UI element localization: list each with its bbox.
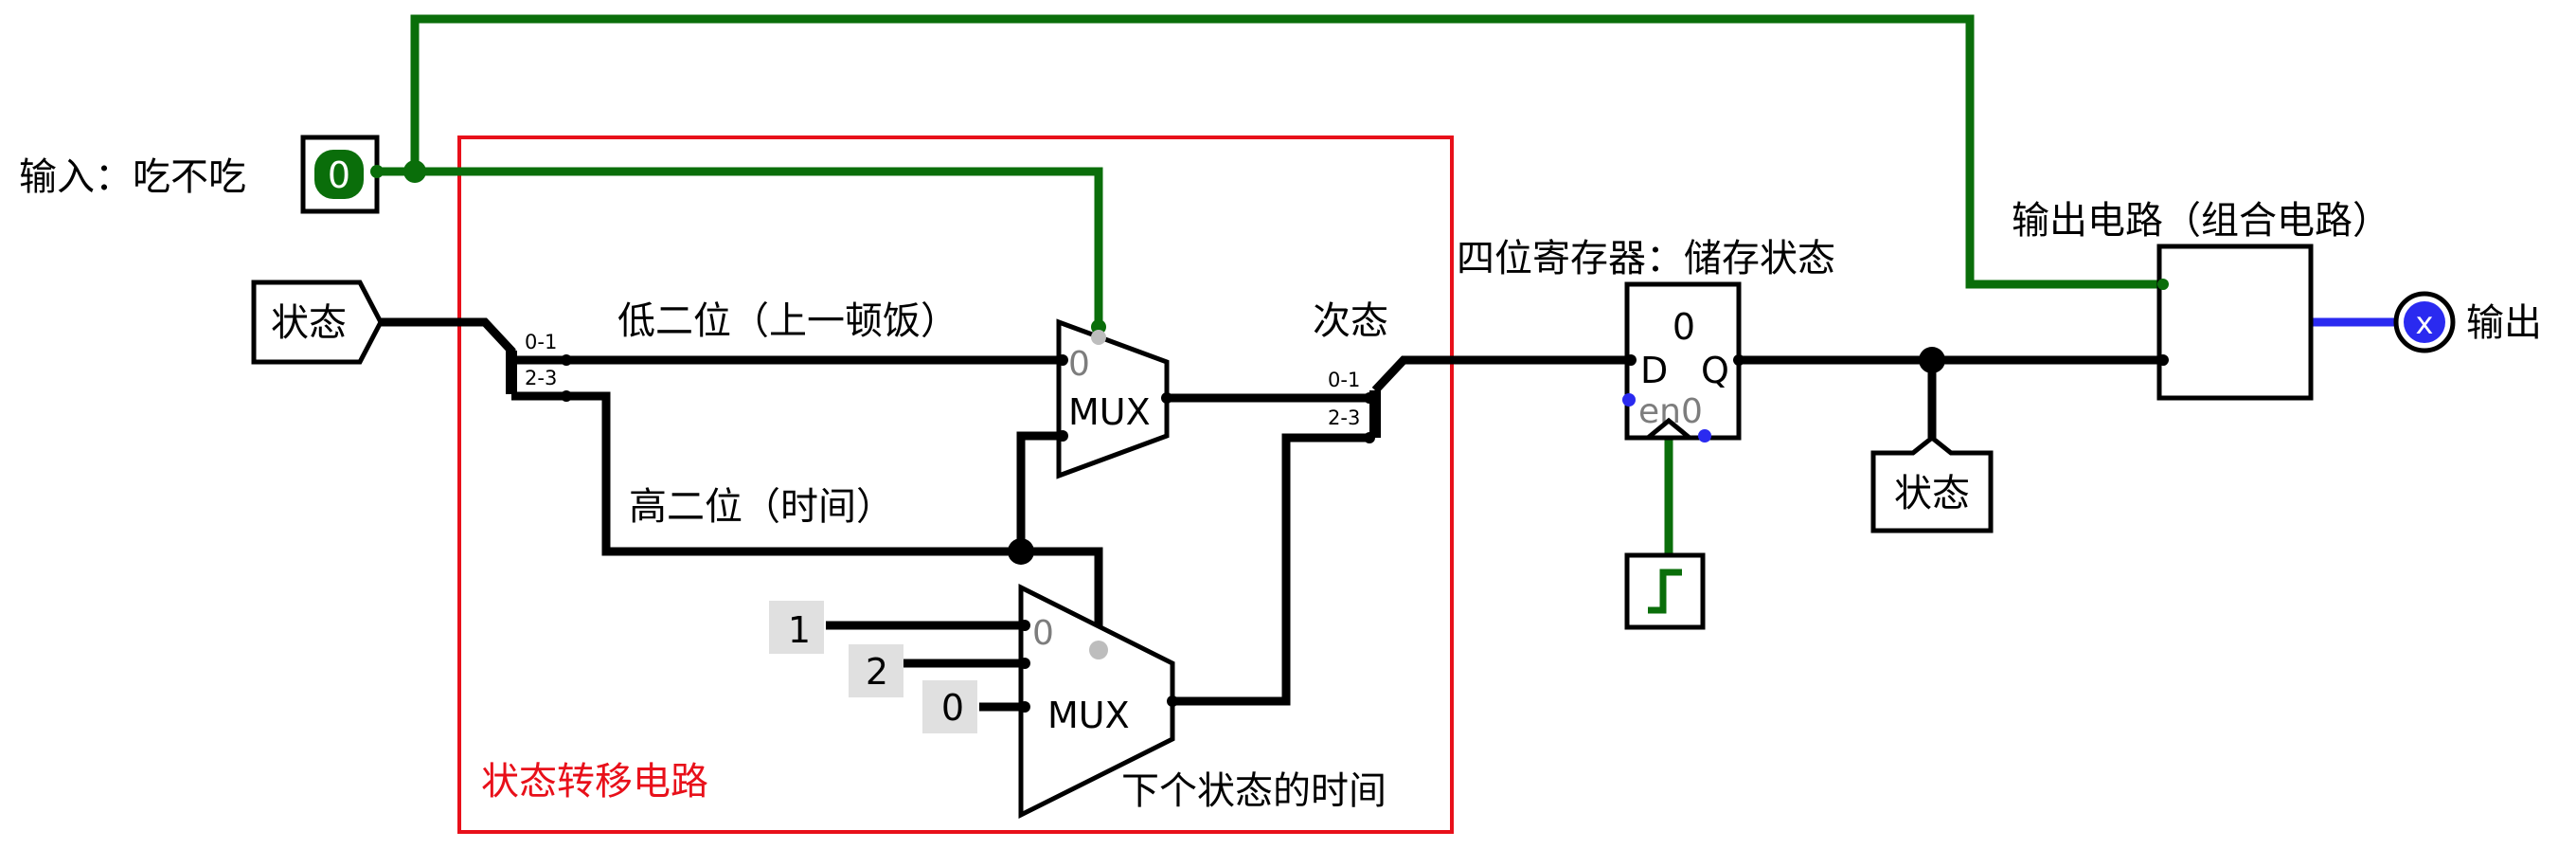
label-high-bits: 高二位（时间） — [629, 485, 894, 529]
register-q: Q — [1701, 350, 1729, 391]
mux2-select-bit: 0 — [1032, 614, 1054, 653]
output-pin-value: x — [2416, 305, 2434, 341]
state-tunnel-out-label: 状态 — [1894, 472, 1970, 515]
mux1-select-bit: 0 — [1068, 345, 1090, 384]
state-tunnel-in-label: 状态 — [271, 301, 347, 345]
transition-frame-label: 状态转移电路 — [481, 760, 708, 804]
splitter-out-high: 2-3 — [1328, 406, 1360, 429]
mux2-out-pin — [1167, 695, 1178, 707]
mux1-sel-indicator — [1091, 330, 1106, 345]
output-label: 输出 — [2466, 301, 2542, 345]
register-d: D — [1640, 350, 1668, 391]
mux1-in-pin — [1057, 354, 1068, 366]
wire-junction-q — [1919, 347, 1945, 373]
wire-mux2-out — [1172, 433, 1371, 706]
const-0: 0 — [941, 687, 964, 729]
input-label: 输入：吃不吃 — [19, 155, 246, 199]
input-pin-value: 0 — [328, 154, 350, 196]
register-en-pin — [1622, 393, 1636, 406]
mux2-label: MUX — [1047, 695, 1130, 736]
label-next-time: 下个状态的时间 — [1121, 769, 1386, 813]
mux1-label: MUX — [1068, 391, 1151, 433]
wire-junction-high — [1008, 538, 1034, 565]
mux1-out-pin — [1161, 392, 1172, 404]
splitter-in-dot-low — [561, 354, 572, 366]
register-clr-pin — [1698, 429, 1711, 443]
register-en: en0 — [1638, 392, 1703, 431]
output-circuit-in-input — [2157, 279, 2169, 290]
output-circuit-in-state — [2157, 354, 2169, 366]
register-d-pin — [1625, 354, 1637, 366]
mux2-in-0 — [1019, 620, 1030, 631]
const-1: 1 — [788, 609, 811, 651]
splitter-in-high: 2-3 — [525, 367, 557, 389]
splitter-in-dot-high — [561, 390, 572, 402]
wire-junction — [403, 160, 426, 183]
splitter-out-dot-low — [1364, 392, 1375, 404]
wire-input-to-output — [410, 14, 2159, 289]
input-pin-out — [370, 165, 384, 178]
splitter-in-low: 0-1 — [525, 331, 557, 353]
splitter-out-dot-high — [1364, 432, 1375, 443]
register-q-pin — [1733, 354, 1744, 366]
circuit-canvas: 状态转移电路 输入：吃不吃 0 状态 0-1 2-3 低二位（上一顿饭） 高二位… — [19, 14, 2542, 834]
mux2-in-2 — [1019, 701, 1030, 713]
wire-state-to-splitter — [381, 317, 516, 394]
const-2: 2 — [866, 651, 888, 693]
label-next-state: 次态 — [1313, 299, 1388, 343]
wire-high-to-mux1-sel — [1016, 431, 1059, 551]
mux2-select-pin — [1089, 641, 1108, 659]
register-title: 四位寄存器：储存状态 — [1457, 237, 1835, 280]
output-circuit-title: 输出电路（组合电路） — [2012, 199, 2390, 243]
mux2-in-1 — [1019, 658, 1030, 669]
register-value: 0 — [1673, 306, 1695, 348]
wire-splitter-out-to-reg — [1371, 355, 1629, 394]
splitter-out-low: 0-1 — [1328, 369, 1360, 391]
label-low-bits: 低二位（上一顿饭） — [617, 299, 958, 343]
output-circuit — [2156, 244, 2314, 401]
mux1-sel-pin — [1057, 430, 1068, 442]
